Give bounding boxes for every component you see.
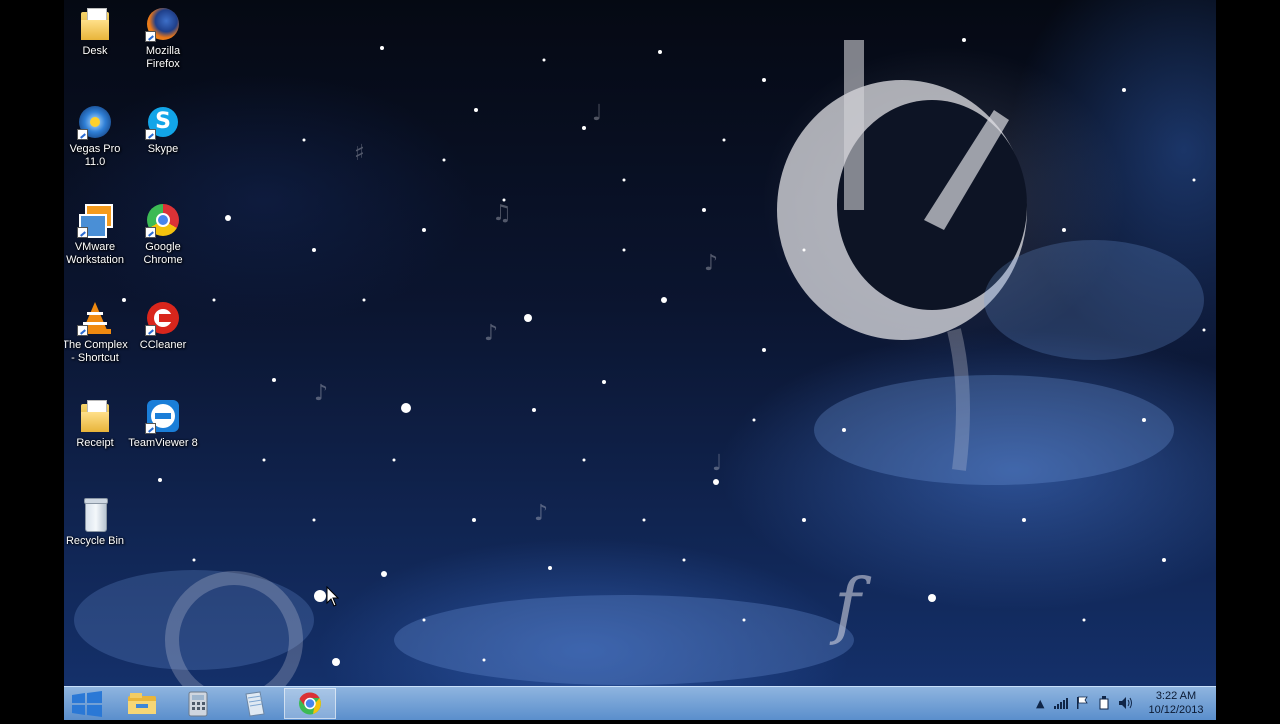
- svg-text:♫: ♫: [492, 201, 512, 226]
- desktop-icon-the-complex[interactable]: The Complex - Shortcut: [64, 300, 130, 365]
- vlc-icon: [77, 300, 113, 336]
- svg-text:♯: ♯: [354, 141, 365, 166]
- shortcut-arrow-icon: [77, 227, 88, 238]
- calculator-icon: [188, 691, 208, 717]
- clock-time: 3:22 AM: [1155, 690, 1197, 702]
- shortcut-arrow-icon: [77, 129, 88, 140]
- shortcut-arrow-icon: [145, 325, 156, 336]
- desktop-icon-label: TeamViewer 8: [128, 437, 198, 449]
- desktop-icon-label: CCleaner: [139, 339, 187, 351]
- desktop-icon-label: Google Chrome: [143, 241, 183, 266]
- letterbox-right: [1216, 0, 1280, 720]
- svg-text:f: f: [829, 563, 872, 647]
- file-explorer-icon: [128, 693, 156, 714]
- desktop-icon-recycle-bin[interactable]: Recycle Bin: [64, 496, 130, 548]
- desktop-icon-desk[interactable]: Desk: [64, 6, 130, 58]
- shortcut-arrow-icon: [145, 423, 156, 434]
- svg-text:♪: ♪: [704, 251, 718, 276]
- folder-icon: [77, 6, 113, 42]
- folder-icon: [77, 398, 113, 434]
- desktop-icon-teamviewer[interactable]: TeamViewer 8: [128, 398, 198, 450]
- start-button[interactable]: [64, 688, 110, 719]
- desktop-icon-label: Mozilla Firefox: [145, 45, 181, 70]
- desktop-icon-chrome[interactable]: Google Chrome: [128, 202, 198, 267]
- wallpaper: f ♪ ♫ ♪ ♪ ♩ ♪ ♯ ♩: [74, 38, 1206, 686]
- vmware-icon: [77, 202, 113, 238]
- svg-text:♪: ♪: [314, 381, 328, 406]
- teamviewer-icon: [145, 398, 181, 434]
- desktop-icon-receipt[interactable]: Receipt: [64, 398, 130, 450]
- desktop-icon-label: Recycle Bin: [65, 535, 125, 547]
- shortcut-arrow-icon: [145, 31, 156, 42]
- mouse-cursor-icon: [326, 586, 340, 607]
- desktop-icon-label: VMware Workstation: [66, 241, 124, 266]
- shortcut-arrow-icon: [145, 129, 156, 140]
- desktop-icon-label: Receipt: [76, 437, 114, 449]
- svg-text:♩: ♩: [712, 451, 722, 476]
- taskbar-chrome[interactable]: [284, 688, 336, 719]
- windows-logo-icon: [72, 691, 102, 717]
- chrome-icon: [145, 202, 181, 238]
- desktop-icon-label: Skype: [147, 143, 179, 155]
- svg-text:♪: ♪: [484, 321, 498, 346]
- clock-date: 10/12/2013: [1148, 704, 1204, 716]
- power-icon[interactable]: [1098, 696, 1110, 710]
- notepad-icon: [245, 691, 265, 717]
- shortcut-arrow-icon: [77, 325, 88, 336]
- desktop-icon-vmware[interactable]: VMware Workstation: [64, 202, 130, 267]
- firefox-icon: [145, 6, 181, 42]
- show-hidden-icons-icon[interactable]: ▲: [1036, 697, 1044, 710]
- recycle-bin-icon: [77, 496, 113, 532]
- taskbar-calculator[interactable]: [172, 688, 224, 719]
- desktop-icon-firefox[interactable]: Mozilla Firefox: [128, 6, 198, 71]
- ccleaner-icon: [145, 300, 181, 336]
- network-signal-icon[interactable]: [1054, 697, 1068, 709]
- desktop-icon-label: Vegas Pro 11.0: [69, 143, 121, 168]
- chrome-icon: [299, 692, 321, 715]
- svg-text:♩: ♩: [592, 101, 602, 126]
- vegas-pro-icon: [77, 104, 113, 140]
- letterbox-left: [0, 0, 64, 720]
- volume-icon[interactable]: [1118, 696, 1134, 710]
- action-center-flag-icon[interactable]: [1076, 696, 1088, 710]
- shortcut-arrow-icon: [145, 227, 156, 238]
- desktop-icon-ccleaner[interactable]: CCleaner: [128, 300, 198, 352]
- desktop[interactable]: f ♪ ♫ ♪ ♪ ♩ ♪ ♯ ♩ Desk Vegas Pro 11.0 VM…: [64, 0, 1216, 686]
- skype-icon: S: [145, 104, 181, 140]
- desktop-icon-label: The Complex - Shortcut: [64, 339, 128, 364]
- taskbar-notepad[interactable]: [228, 688, 280, 719]
- taskbar-clock[interactable]: 3:22 AM 10/12/2013: [1146, 689, 1206, 717]
- svg-text:♪: ♪: [534, 501, 548, 526]
- desktop-icon-label: Desk: [82, 45, 108, 57]
- desktop-icon-skype[interactable]: S Skype: [128, 104, 198, 156]
- taskbar: ▲ 3:22 AM 10/12/2013: [64, 686, 1216, 720]
- desktop-icon-vegas-pro[interactable]: Vegas Pro 11.0: [64, 104, 130, 169]
- taskbar-file-explorer[interactable]: [116, 688, 168, 719]
